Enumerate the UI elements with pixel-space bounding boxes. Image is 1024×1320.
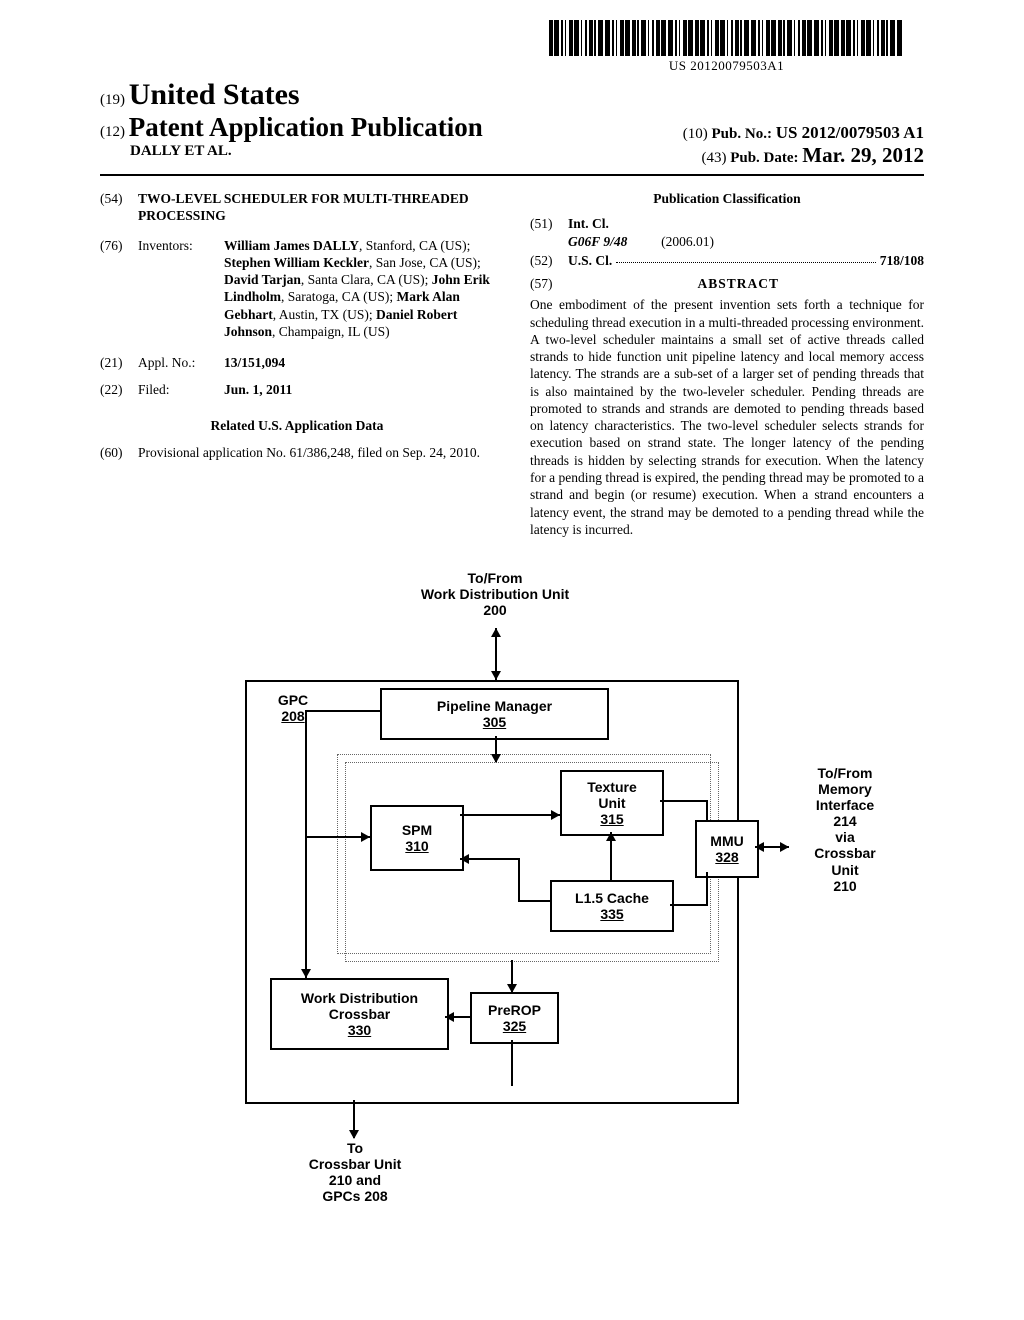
prov-num: (60)	[100, 444, 138, 461]
l15-label: L1.5 Cache	[575, 890, 649, 906]
intcl-code: G06F 9/48	[568, 234, 627, 249]
gpc-label: GPC	[278, 692, 308, 708]
spm-ref: 310	[405, 838, 428, 854]
patent-header: (19) United States (12) Patent Applicati…	[100, 78, 924, 176]
uscl-label: U.S. Cl.	[568, 252, 612, 269]
related-head: Related U.S. Application Data	[100, 417, 494, 434]
applno-label: Appl. No.:	[138, 354, 224, 371]
pipeline-ref: 305	[483, 714, 506, 730]
pubdate: Mar. 29, 2012	[802, 143, 924, 167]
spm-label: SPM	[402, 822, 432, 838]
intcl-num: (51)	[530, 215, 568, 250]
pubdate-num: (43)	[701, 150, 726, 166]
mmu-label: MMU	[710, 833, 743, 849]
country: United States	[129, 78, 300, 111]
uscl-num: (52)	[530, 252, 568, 269]
barcode-block: US 20120079503A1	[549, 20, 904, 74]
fig-top-label: To/FromWork Distribution Unit200	[385, 570, 605, 618]
filed-date: Jun. 1, 2011	[224, 382, 292, 397]
dots-leader-icon	[616, 252, 875, 263]
barcode-icon	[549, 20, 904, 56]
abstract-text: One embodiment of the present invention …	[530, 296, 924, 538]
pubno-label: Pub. No.:	[712, 126, 772, 142]
pubno-num: (10)	[683, 126, 708, 142]
abstract-head: ABSTRACT	[697, 276, 779, 291]
pubdate-label: Pub. Date:	[730, 150, 798, 166]
pubno: US 2012/0079503 A1	[776, 123, 924, 142]
abstract-num: (57)	[530, 275, 553, 292]
texture-ref: 315	[600, 811, 623, 827]
prerop-ref: 325	[503, 1018, 526, 1034]
pubclass-head: Publication Classification	[530, 190, 924, 207]
prov-text: Provisional application No. 61/386,248, …	[138, 444, 494, 461]
filed-label: Filed:	[138, 381, 224, 398]
uscl-val: 718/108	[880, 252, 924, 269]
pipeline-label: Pipeline Manager	[437, 698, 552, 714]
intcl-date: (2006.01)	[661, 234, 714, 249]
wdc-label: Work DistributionCrossbar	[301, 990, 418, 1022]
applno-num: (21)	[100, 354, 138, 371]
mmu-ref: 328	[715, 849, 738, 865]
header-rule	[100, 174, 924, 176]
kind: Patent Application Publication	[129, 112, 483, 142]
wdc-ref: 330	[348, 1022, 371, 1038]
fig-bottom-label: ToCrossbar Unit210 andGPCs 208	[275, 1140, 435, 1204]
prerop-label: PreROP	[488, 1002, 541, 1018]
kind-num: (12)	[100, 124, 125, 140]
country-num: (19)	[100, 92, 125, 108]
inventors-num: (76)	[100, 237, 138, 341]
gpc-ref: 208	[281, 708, 304, 724]
invention-title: TWO-LEVEL SCHEDULER FOR MULTI-THREADED P…	[138, 190, 494, 225]
author-line: DALLY et al.	[130, 143, 232, 159]
intcl-label: Int. Cl.	[568, 216, 609, 231]
barcode-text: US 20120079503A1	[549, 58, 904, 74]
inventors-label: Inventors:	[138, 237, 224, 341]
biblio-block: (54) TWO-LEVEL SCHEDULER FOR MULTI-THREA…	[100, 190, 924, 538]
filed-num: (22)	[100, 381, 138, 398]
title-num: (54)	[100, 190, 138, 225]
l15-ref: 335	[600, 906, 623, 922]
fig-right-label: To/FromMemoryInterface214viaCrossbarUnit…	[790, 765, 900, 894]
texture-label: TextureUnit	[587, 779, 637, 811]
inventors-list: William James DALLY, Stanford, CA (US); …	[224, 237, 494, 341]
applno: 13/151,094	[224, 355, 285, 370]
patent-figure: To/FromWork Distribution Unit200 GPC 208…	[165, 570, 859, 1280]
